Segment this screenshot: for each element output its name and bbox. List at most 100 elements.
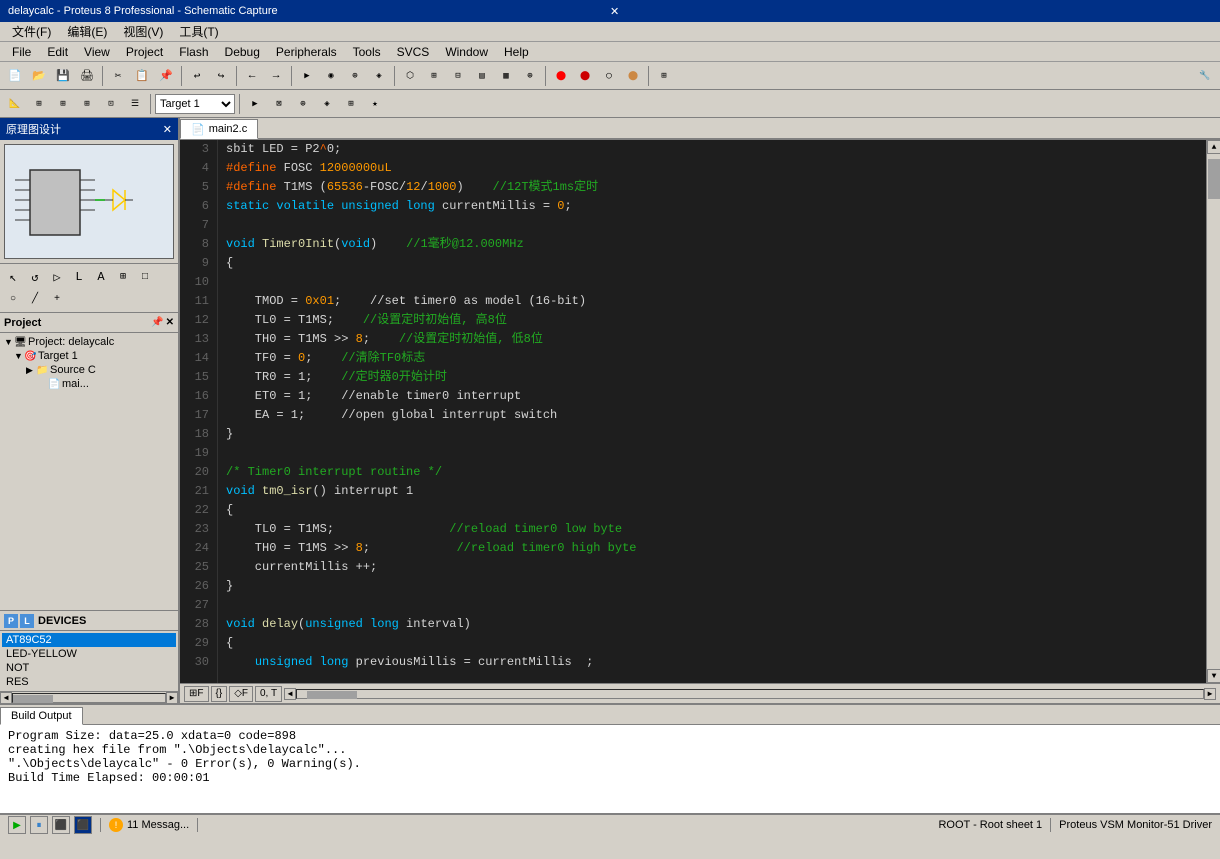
tree-main[interactable]: 📄 mai... [2,377,176,391]
tb-b10[interactable]: ⊕ [519,65,541,87]
step-btn[interactable]: ⬛ [74,816,92,834]
tree-source[interactable]: ▶ 📁 Source C [2,363,176,377]
tb-r2b3[interactable]: ⊞ [52,93,74,115]
scroll-thumb-h[interactable] [13,695,53,703]
tb-b16[interactable]: 🔧 [1194,65,1216,87]
lt-junction[interactable]: ↺ [24,266,46,288]
tree-target1[interactable]: ▼ 🎯 Target 1 [2,349,176,363]
tb-b14[interactable]: ⬤ [622,65,644,87]
lt-line[interactable]: ╱ [24,288,46,310]
tb-b2[interactable]: ◉ [320,65,342,87]
devices-tab-p[interactable]: P [4,614,18,628]
scroll-up-btn[interactable]: ▲ [1207,140,1220,154]
tb-schematic[interactable]: 📐 [4,93,26,115]
tb-b5[interactable]: ⬡ [399,65,421,87]
tb-cut[interactable]: ✂ [107,65,129,87]
menu-flash[interactable]: Flash [171,43,216,61]
status-messages[interactable]: ! 11 Messag... [101,818,197,832]
bt-btn-f[interactable]: ⊞F [184,686,209,702]
tb-b7[interactable]: ⊟ [447,65,469,87]
tb-r2b8[interactable]: ⊠ [268,93,290,115]
device-not[interactable]: NOT [2,661,176,675]
scroll-right-btn[interactable]: ▶ [166,692,178,704]
tb-b15[interactable]: ⊞ [653,65,675,87]
schematic-close[interactable]: ✕ [163,123,172,136]
device-at89c52[interactable]: AT89C52 [2,633,176,647]
menu-file[interactable]: File [4,43,39,61]
lt-arrow[interactable]: ↖ [2,266,24,288]
title-close[interactable]: ✕ [610,5,1212,18]
tb-b4[interactable]: ◈ [368,65,390,87]
menu-tools[interactable]: Tools [345,43,389,61]
tb-r2b7[interactable]: ▶ [244,93,266,115]
tb-open[interactable]: 📂 [28,65,50,87]
devices-tab-l[interactable]: L [20,614,34,628]
bt-btn-coord[interactable]: 0, T [255,686,282,702]
lt-bus[interactable]: ⊞ [112,266,134,288]
play-btn[interactable]: ▶ [8,816,26,834]
code-text[interactable]: sbit LED = P2^0; #define FOSC 12000000uL… [218,140,1206,683]
menu-file-cn[interactable]: 文件(F) [4,21,59,42]
tb-r2b6[interactable]: ☰ [124,93,146,115]
tb-print[interactable]: 🖨 [76,65,98,87]
menu-view-cn[interactable]: 视图(V) [115,21,171,42]
tb-r2b9[interactable]: ⊕ [292,93,314,115]
tb-r2b11[interactable]: ⊞ [340,93,362,115]
scroll-thumb-v[interactable] [1208,159,1220,199]
tb-undo[interactable]: ↩ [186,65,208,87]
tree-project-root[interactable]: ▼ 🖥 Project: delaycalc [2,335,176,349]
target-dropdown[interactable]: Target 1 [155,94,235,114]
tb-b3[interactable]: ⊕ [344,65,366,87]
tb-b12[interactable]: ⬤ [574,65,596,87]
tb-r2b5[interactable]: ⊡ [100,93,122,115]
tb-redo[interactable]: ↪ [210,65,232,87]
project-pin[interactable]: 📌 [151,317,163,328]
tb-back[interactable]: ← [241,65,263,87]
code-scroll-right[interactable]: ▶ [1204,688,1216,700]
lt-box[interactable]: □ [134,266,156,288]
tb-r2b10[interactable]: ◈ [316,93,338,115]
tb-b11[interactable]: ⬤ [550,65,572,87]
pause-btn[interactable]: ⏸ [30,816,48,834]
tb-b9[interactable]: ▦ [495,65,517,87]
tb-save[interactable]: 💾 [52,65,74,87]
tb-b13[interactable]: ◯ [598,65,620,87]
scroll-down-btn[interactable]: ▼ [1207,669,1220,683]
bt-btn-braces[interactable]: {} [211,686,228,702]
menu-view[interactable]: View [76,43,118,61]
lt-text[interactable]: A [90,266,112,288]
tb-forward[interactable]: → [265,65,287,87]
project-close-btn[interactable]: ✕ [166,317,174,328]
tb-r2b12[interactable]: ★ [364,93,386,115]
lt-gate[interactable]: ▷ [46,266,68,288]
menu-project[interactable]: Project [118,43,171,61]
lt-marker[interactable]: + [46,288,68,310]
tb-new[interactable]: 📄 [4,65,26,87]
tb-b1[interactable]: ▶ [296,65,318,87]
menu-edit-cn[interactable]: 编辑(E) [59,21,115,42]
tb-copy[interactable]: 📋 [131,65,153,87]
build-output-tab[interactable]: Build Output [0,707,83,725]
lt-circle[interactable]: ○ [2,288,24,310]
lt-label[interactable]: L [68,266,90,288]
menu-edit[interactable]: Edit [39,43,76,61]
menu-peripherals[interactable]: Peripherals [268,43,345,61]
code-scroll-left[interactable]: ◀ [284,688,296,700]
tb-b6[interactable]: ⊞ [423,65,445,87]
menu-tool-cn[interactable]: 工具(T) [171,21,226,42]
scroll-left-btn[interactable]: ◀ [0,692,12,704]
bt-btn-diamond[interactable]: ◇F [229,686,253,702]
menu-svcs[interactable]: SVCS [389,43,438,61]
stop-btn[interactable]: ⬛ [52,816,70,834]
code-scroll-thumb[interactable] [307,691,357,699]
tb-r2b4[interactable]: ⊞ [76,93,98,115]
menu-help[interactable]: Help [496,43,537,61]
device-res[interactable]: RES [2,675,176,689]
menu-debug[interactable]: Debug [217,43,268,61]
tb-r2b2[interactable]: ⊞ [28,93,50,115]
code-tab-main2c[interactable]: 📄 main2.c [180,119,258,139]
menu-window[interactable]: Window [437,43,496,61]
tb-paste[interactable]: 📌 [155,65,177,87]
device-led-yellow[interactable]: LED-YELLOW [2,647,176,661]
tb-b8[interactable]: ▤ [471,65,493,87]
